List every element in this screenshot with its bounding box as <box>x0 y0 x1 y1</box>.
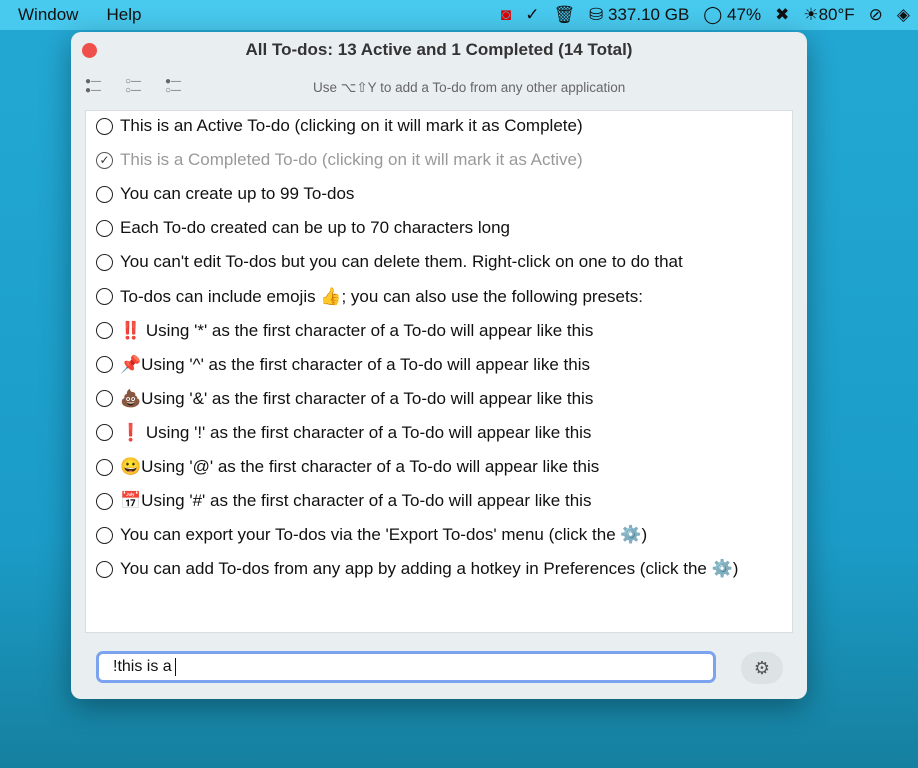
todo-item[interactable]: To-dos can include emojis 👍; you can als… <box>96 287 643 307</box>
todo-text: You can add To-dos from any app by addin… <box>120 559 739 579</box>
input-value: !this is a <box>113 658 172 676</box>
text-caret <box>174 658 176 676</box>
todo-text: This is an Active To-do (clicking on it … <box>120 116 583 135</box>
todo-item[interactable]: This is an Active To-do (clicking on it … <box>96 116 583 136</box>
todo-text: ‼️ Using '*' as the first character of a… <box>120 320 594 340</box>
circle-icon[interactable] <box>96 356 113 374</box>
todo-list: This is an Active To-do (clicking on it … <box>85 110 793 633</box>
todo-text: ❗ Using '!' as the first character of a … <box>120 422 592 442</box>
disk-space: 337.10 GB <box>608 5 690 24</box>
circle-icon[interactable] <box>96 492 113 510</box>
todo-text: 📌Using '^' as the first character of a T… <box>120 354 590 374</box>
temperature: 80°F <box>818 5 855 24</box>
new-todo-input[interactable]: !this is a <box>96 651 716 683</box>
disk-status[interactable]: ⛁ 337.10 GB <box>589 5 689 25</box>
circle-icon[interactable] <box>96 390 113 408</box>
settings-gear-button[interactable]: ⚙ <box>741 652 783 684</box>
todo-window: All To-dos: 13 Active and 1 Completed (1… <box>71 32 807 699</box>
todo-item[interactable]: You can't edit To-dos but you can delete… <box>96 252 683 272</box>
todo-item[interactable]: ❗ Using '!' as the first character of a … <box>96 423 591 443</box>
todo-item[interactable]: ✓ This is a Completed To-do (clicking on … <box>96 150 583 170</box>
circle-icon[interactable] <box>96 219 113 237</box>
checked-circle-icon[interactable]: ✓ <box>96 151 113 169</box>
show-active-icon[interactable]: ○— ○— <box>125 77 147 97</box>
screen-record-icon[interactable]: ◙ <box>501 5 511 25</box>
circle-icon[interactable] <box>96 526 113 544</box>
show-completed-icon[interactable]: ●— ○— <box>165 77 187 97</box>
show-all-icon[interactable]: ●— ●— <box>85 77 107 97</box>
todo-item[interactable]: ‼️ Using '*' as the first character of a… <box>96 321 593 341</box>
todo-text: Each To-do created can be up to 70 chara… <box>120 218 510 238</box>
menu-help[interactable]: Help <box>106 5 141 25</box>
rocket-icon[interactable]: ⊘ <box>869 5 883 25</box>
todo-text: You can't edit To-dos but you can delete… <box>120 252 683 272</box>
todo-text: 📅Using '#' as the first character of a T… <box>120 491 592 511</box>
filter-toolbar: ●— ●— ○— ○— ●— ○— <box>85 77 187 97</box>
circle-icon[interactable] <box>96 458 113 476</box>
todo-item[interactable]: You can export your To-dos via the 'Expo… <box>96 525 647 545</box>
menu-window[interactable]: Window <box>18 5 78 25</box>
todo-text: This is a Completed To-do (clicking on i… <box>120 150 583 170</box>
window-title: All To-dos: 13 Active and 1 Completed (1… <box>245 40 633 59</box>
app-icon[interactable]: ◈ <box>897 5 910 25</box>
checkmark-icon[interactable]: ✓ <box>525 5 539 25</box>
battery-status[interactable]: ◯ 47% <box>703 5 761 25</box>
todo-text: You can create up to 99 To-dos <box>120 184 355 204</box>
todo-text: 😀Using '@' as the first character of a T… <box>120 457 600 476</box>
trash-icon[interactable]: 🗑 <box>553 5 575 25</box>
circle-icon[interactable] <box>96 424 113 442</box>
todo-item[interactable]: You can create up to 99 To-dos <box>96 184 354 204</box>
battery-percent: 47% <box>727 5 762 24</box>
todo-item[interactable]: 📅Using '#' as the first character of a T… <box>96 491 591 511</box>
todo-item[interactable]: You can add To-dos from any app by addin… <box>96 559 738 579</box>
todo-text: To-dos can include emojis 👍; you can als… <box>120 286 643 306</box>
circle-icon[interactable] <box>96 117 113 135</box>
circle-icon[interactable] <box>96 185 113 203</box>
todo-item[interactable]: Each To-do created can be up to 70 chara… <box>96 218 510 238</box>
todo-item[interactable]: 💩Using '&' as the first character of a T… <box>96 389 593 409</box>
circle-icon[interactable] <box>96 288 113 305</box>
circle-icon[interactable] <box>96 253 113 271</box>
weather-status[interactable]: ☀80°F <box>803 5 854 25</box>
todo-item[interactable]: 😀Using '@' as the first character of a T… <box>96 457 599 477</box>
menu-bar: Window Help ◙ ✓ 🗑 ⛁ 337.10 GB ◯ 47% ✖ ☀8… <box>0 0 918 30</box>
tools-icon[interactable]: ✖ <box>775 5 789 25</box>
status-area: ◙ ✓ 🗑 ⛁ 337.10 GB ◯ 47% ✖ ☀80°F ⊘ ◈ <box>501 0 910 30</box>
todo-text: You can export your To-dos via the 'Expo… <box>120 525 648 545</box>
hotkey-hint: Use ⌥⇧Y to add a To-do from any other ap… <box>313 80 626 95</box>
circle-icon[interactable] <box>96 322 113 340</box>
todo-item[interactable]: 📌Using '^' as the first character of a T… <box>96 355 590 375</box>
todo-text: 💩Using '&' as the first character of a T… <box>120 388 594 408</box>
circle-icon[interactable] <box>96 560 113 578</box>
